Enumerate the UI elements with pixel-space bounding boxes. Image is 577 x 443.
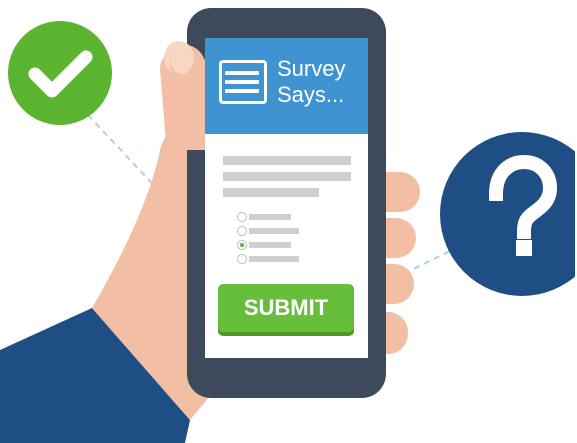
radio-button[interactable]: [237, 226, 247, 236]
question-text-line: [223, 188, 319, 197]
option-label-line: [249, 214, 291, 220]
survey-header: Survey Says...: [205, 38, 368, 134]
checkmark-icon: [8, 21, 112, 125]
option-label-line: [249, 242, 291, 248]
option-label-line: [249, 256, 299, 262]
radio-button[interactable]: [237, 254, 247, 264]
question-text-line: [223, 172, 351, 181]
radio-button[interactable]: [237, 212, 247, 222]
survey-option-3[interactable]: [237, 240, 307, 250]
survey-option-1[interactable]: [237, 212, 307, 222]
question-mark-icon: [440, 132, 577, 297]
radio-button-selected[interactable]: [237, 240, 247, 250]
option-label-line: [249, 228, 299, 234]
question-text-line: [223, 156, 351, 165]
form-list-icon: [219, 60, 267, 104]
survey-title: Survey Says...: [277, 56, 346, 107]
survey-illustration: Survey Says... SUBMIT: [0, 0, 577, 443]
survey-option-2[interactable]: [237, 226, 307, 236]
submit-button[interactable]: SUBMIT: [218, 284, 354, 332]
survey-option-4[interactable]: [237, 254, 307, 264]
